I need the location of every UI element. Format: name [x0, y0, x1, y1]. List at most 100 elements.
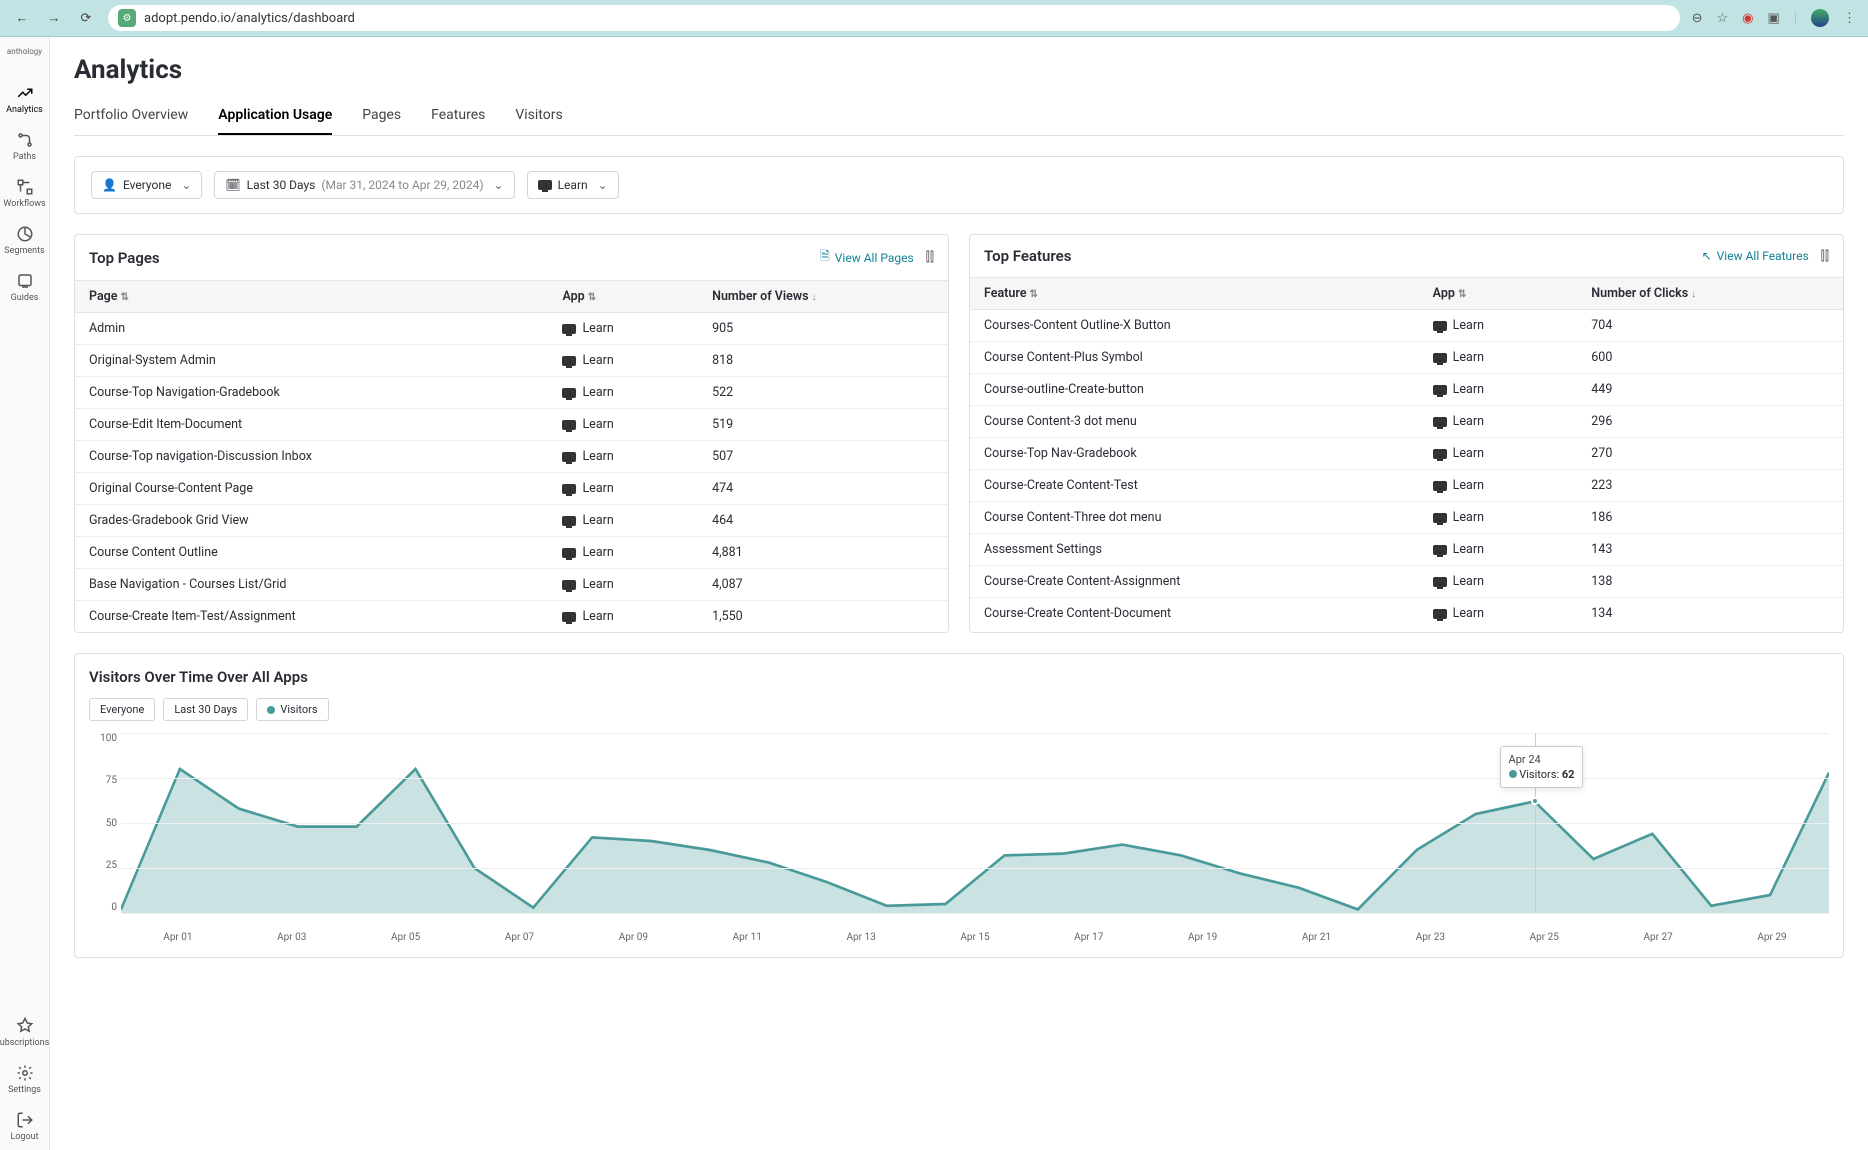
feature-cell: Course-Create Content-Test: [970, 470, 1419, 502]
table-row[interactable]: Course Content-3 dot menuLearn296: [970, 406, 1843, 438]
layout-toggle-icon[interactable]: ⫿⫿: [926, 250, 934, 265]
back-button[interactable]: ←: [12, 8, 32, 28]
chip-segment[interactable]: Everyone: [89, 698, 155, 721]
tab-visitors[interactable]: Visitors: [515, 99, 562, 135]
forward-button[interactable]: →: [44, 8, 64, 28]
sidebar-item-paths[interactable]: Paths: [0, 123, 49, 170]
top-pages-card: Top Pages 🗎 View All Pages ⫿⫿ Page⇅ App⇅…: [74, 234, 949, 633]
tooltip-label: Visitors:: [1519, 768, 1559, 781]
app-cell: Learn: [1419, 438, 1578, 470]
tab-application-usage[interactable]: Application Usage: [218, 99, 332, 135]
app-cell: Learn: [548, 505, 698, 537]
chart-title: Visitors Over Time Over All Apps: [89, 668, 1829, 686]
feature-cell: Courses-Content Outline-X Button: [970, 310, 1419, 342]
app-icon: [562, 548, 576, 558]
table-row[interactable]: Course-outline-Create-buttonLearn449: [970, 374, 1843, 406]
clicks-cell: 134: [1577, 598, 1843, 630]
clicks-cell: 143: [1577, 534, 1843, 566]
col-app[interactable]: App⇅: [1419, 278, 1578, 310]
clicks-cell: 223: [1577, 470, 1843, 502]
views-cell: 464: [698, 505, 948, 537]
date-range-filter[interactable]: 🗓 Last 30 Days (Mar 31, 2024 to Apr 29, …: [214, 171, 514, 199]
app-cell: Learn: [1419, 598, 1578, 630]
table-row[interactable]: Course-Edit Item-DocumentLearn519: [75, 409, 948, 441]
address-bar[interactable]: ⚙ adopt.pendo.io/analytics/dashboard: [108, 5, 1680, 31]
top-features-table: Feature⇅ App⇅ Number of Clicks↓ Courses-…: [970, 277, 1843, 629]
zoom-icon[interactable]: ⊖: [1692, 11, 1703, 26]
app-cell: Learn: [548, 601, 698, 633]
bookmark-icon[interactable]: ☆: [1717, 11, 1729, 26]
tab-features[interactable]: Features: [431, 99, 485, 135]
table-row[interactable]: Course-Top Nav-GradebookLearn270: [970, 438, 1843, 470]
logout-icon: [16, 1111, 34, 1129]
app-icon: [1433, 353, 1447, 363]
extension-dot-icon[interactable]: ◉: [1742, 11, 1753, 26]
app-cell: Learn: [1419, 406, 1578, 438]
app-icon: [562, 484, 576, 494]
page-cell: Base Navigation - Courses List/Grid: [75, 569, 548, 601]
table-row[interactable]: Course-Create Item-Test/AssignmentLearn1…: [75, 601, 948, 633]
sidebar-item-logout[interactable]: Logout: [0, 1103, 49, 1150]
cursor-icon: ↖: [1702, 249, 1712, 263]
sort-desc-icon: ↓: [812, 292, 817, 303]
app-icon: [562, 612, 576, 622]
series-dot-icon: [1509, 770, 1517, 778]
menu-icon[interactable]: ⋮: [1843, 11, 1856, 26]
chip-range[interactable]: Last 30 Days: [163, 698, 248, 721]
col-page[interactable]: Page⇅: [75, 281, 548, 313]
table-row[interactable]: Original Course-Content PageLearn474: [75, 473, 948, 505]
table-row[interactable]: Grades-Gradebook Grid ViewLearn464: [75, 505, 948, 537]
app-icon: [1433, 449, 1447, 459]
sidebar-item-analytics[interactable]: Analytics: [0, 76, 49, 123]
col-clicks[interactable]: Number of Clicks↓: [1577, 278, 1843, 310]
view-all-features-link[interactable]: ↖ View All Features: [1702, 249, 1809, 263]
app-icon: [1433, 513, 1447, 523]
app-icon: [562, 356, 576, 366]
sidebar-item-guides[interactable]: Guides: [0, 264, 49, 311]
table-row[interactable]: Course Content-Plus SymbolLearn600: [970, 342, 1843, 374]
table-row[interactable]: Original-System AdminLearn818: [75, 345, 948, 377]
sidebar-item-workflows[interactable]: Workflows: [0, 170, 49, 217]
clicks-cell: 270: [1577, 438, 1843, 470]
profile-avatar[interactable]: [1811, 9, 1829, 27]
sort-icon: ⇅: [121, 292, 129, 303]
col-feature[interactable]: Feature⇅: [970, 278, 1419, 310]
table-row[interactable]: Base Navigation - Courses List/GridLearn…: [75, 569, 948, 601]
tooltip-value: 62: [1562, 768, 1575, 781]
sidebar-item-subscriptions[interactable]: ubscriptions: [0, 1009, 49, 1056]
table-row[interactable]: Course Content OutlineLearn4,881: [75, 537, 948, 569]
tab-pages[interactable]: Pages: [362, 99, 401, 135]
table-row[interactable]: Course-Create Content-DocumentLearn134: [970, 598, 1843, 630]
page-cell: Grades-Gradebook Grid View: [75, 505, 548, 537]
table-row[interactable]: Course-Top Navigation-GradebookLearn522: [75, 377, 948, 409]
app-filter[interactable]: Learn ⌄: [527, 171, 619, 199]
chart-area[interactable]: 1007550250 Apr 24 Visitors: 62: [89, 733, 1829, 943]
sidebar-label: Guides: [11, 293, 39, 303]
reload-button[interactable]: ⟳: [76, 8, 96, 28]
sidebar-item-settings[interactable]: Settings: [0, 1056, 49, 1103]
table-row[interactable]: Courses-Content Outline-X ButtonLearn704: [970, 310, 1843, 342]
segment-filter[interactable]: 👤 Everyone ⌄: [91, 171, 202, 199]
sidebar-item-segments[interactable]: Segments: [0, 217, 49, 264]
table-row[interactable]: Assessment SettingsLearn143: [970, 534, 1843, 566]
table-row[interactable]: Course Content-Three dot menuLearn186: [970, 502, 1843, 534]
layout-toggle-icon[interactable]: ⫿⫿: [1821, 249, 1829, 264]
app-icon: [1433, 481, 1447, 491]
app-cell: Learn: [1419, 470, 1578, 502]
table-row[interactable]: Course-Top navigation-Discussion InboxLe…: [75, 441, 948, 473]
table-row[interactable]: Course-Create Content-TestLearn223: [970, 470, 1843, 502]
table-row[interactable]: Course-Create Content-AssignmentLearn138: [970, 566, 1843, 598]
col-views[interactable]: Number of Views↓: [698, 281, 948, 313]
views-cell: 818: [698, 345, 948, 377]
extensions-icon[interactable]: ▣: [1768, 11, 1780, 26]
chip-metric[interactable]: Visitors: [256, 698, 328, 721]
col-app[interactable]: App⇅: [548, 281, 698, 313]
view-all-pages-link[interactable]: 🗎 View All Pages: [820, 247, 914, 268]
app-icon: [562, 516, 576, 526]
table-row[interactable]: AdminLearn905: [75, 313, 948, 345]
sort-icon: ⇅: [1458, 289, 1466, 300]
tab-portfolio-overview[interactable]: Portfolio Overview: [74, 99, 188, 135]
sidebar-label: Segments: [4, 246, 44, 256]
tab-bar: Portfolio Overview Application Usage Pag…: [74, 99, 1844, 136]
feature-cell: Course Content-Plus Symbol: [970, 342, 1419, 374]
